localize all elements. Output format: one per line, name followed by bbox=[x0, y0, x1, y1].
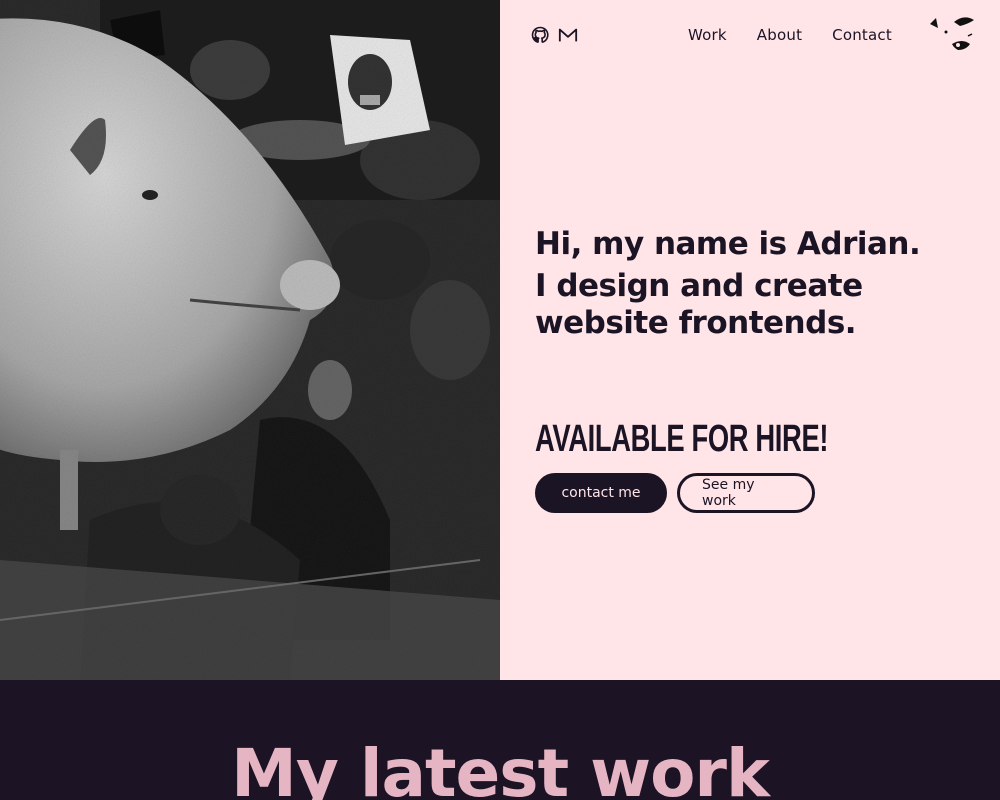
social-links bbox=[530, 26, 578, 44]
greeting-heading: Hi, my name is Adrian. bbox=[535, 226, 921, 262]
hero-panel: Work About Contact Hi, my name is Adrian… bbox=[500, 0, 1000, 680]
main-nav: Work About Contact bbox=[688, 26, 892, 44]
latest-work-heading: My latest work bbox=[231, 735, 770, 800]
cta-buttons: contact me See my work bbox=[535, 473, 815, 513]
face-logo-icon[interactable] bbox=[928, 14, 976, 56]
latest-work-section: My latest work bbox=[0, 680, 1000, 800]
nav-contact-link[interactable]: Contact bbox=[832, 26, 892, 44]
nav-about-link[interactable]: About bbox=[757, 26, 802, 44]
nav-work-link[interactable]: Work bbox=[688, 26, 727, 44]
hero-photo-illustration bbox=[0, 0, 500, 680]
github-icon[interactable] bbox=[530, 26, 550, 44]
see-my-work-button[interactable]: See my work bbox=[677, 473, 815, 513]
intro: Hi, my name is Adrian. I design and crea… bbox=[535, 226, 955, 342]
availability-label: AVAILABLE FOR HIRE! bbox=[535, 418, 829, 460]
tagline-heading: I design and create website frontends. bbox=[535, 268, 863, 341]
mail-icon[interactable] bbox=[558, 26, 578, 44]
hero-photo bbox=[0, 0, 500, 680]
contact-me-button[interactable]: contact me bbox=[535, 473, 667, 513]
